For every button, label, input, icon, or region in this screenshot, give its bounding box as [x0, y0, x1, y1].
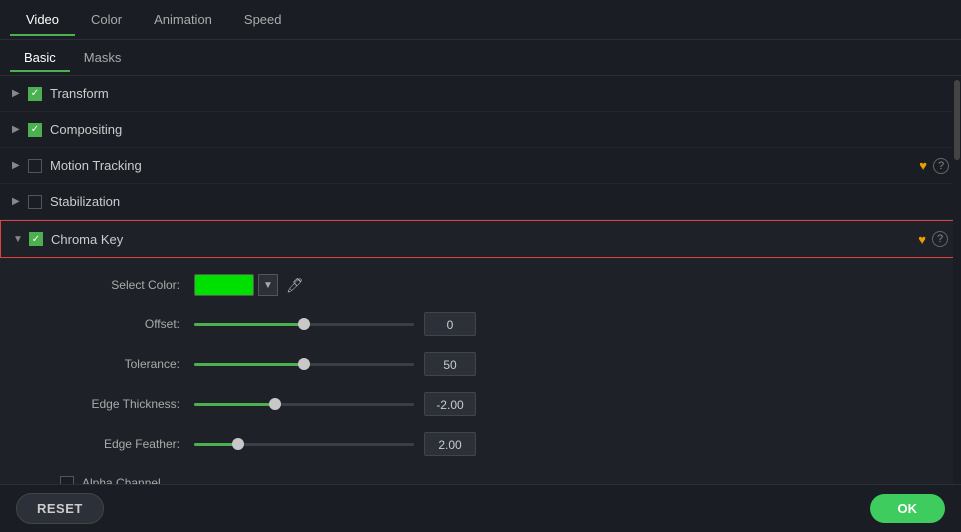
- chroma-key-heart-icon: ♥: [918, 232, 926, 247]
- main-tab-bar: Video Color Animation Speed: [0, 0, 961, 40]
- tolerance-value[interactable]: 50: [424, 352, 476, 376]
- chroma-key-label: Chroma Key: [51, 232, 912, 247]
- sub-tab-masks[interactable]: Masks: [70, 44, 136, 71]
- scrollbar[interactable]: [953, 76, 961, 484]
- section-motion-tracking[interactable]: Motion Tracking ♥ ?: [0, 148, 961, 184]
- motion-tracking-arrow-icon: [12, 160, 28, 171]
- main-content: Transform Compositing Motion Tracking ♥ …: [0, 76, 961, 484]
- tolerance-label: Tolerance:: [60, 357, 180, 371]
- scrollbar-thumb[interactable]: [954, 80, 960, 160]
- tolerance-slider[interactable]: [194, 363, 414, 366]
- section-compositing[interactable]: Compositing: [0, 112, 961, 148]
- motion-tracking-checkbox[interactable]: [28, 159, 42, 173]
- section-transform[interactable]: Transform: [0, 76, 961, 112]
- sub-tab-basic[interactable]: Basic: [10, 44, 70, 71]
- ok-button[interactable]: OK: [870, 494, 946, 523]
- select-color-label: Select Color:: [60, 278, 180, 292]
- alpha-channel-label: Alpha Channel: [82, 476, 161, 484]
- tab-color[interactable]: Color: [75, 4, 138, 35]
- eyedropper-icon[interactable]: 🖊: [286, 277, 304, 294]
- chroma-key-question-icon[interactable]: ?: [932, 231, 948, 247]
- stabilization-checkbox[interactable]: [28, 195, 42, 209]
- edge-feather-slider[interactable]: [194, 443, 414, 446]
- edge-feather-label: Edge Feather:: [60, 437, 180, 451]
- bottom-bar: RESET OK: [0, 484, 961, 532]
- reset-button[interactable]: RESET: [16, 493, 104, 524]
- tab-animation[interactable]: Animation: [138, 4, 228, 35]
- edge-thickness-slider[interactable]: [194, 403, 414, 406]
- edge-thickness-label: Edge Thickness:: [60, 397, 180, 411]
- select-color-row: Select Color: ▼ 🖊: [60, 274, 931, 296]
- section-stabilization[interactable]: Stabilization: [0, 184, 961, 220]
- transform-arrow-icon: [12, 88, 28, 99]
- stabilization-arrow-icon: [12, 196, 28, 207]
- edge-thickness-row: Edge Thickness: -2.00: [60, 392, 931, 416]
- edge-feather-value[interactable]: 2.00: [424, 432, 476, 456]
- edge-thickness-value[interactable]: -2.00: [424, 392, 476, 416]
- motion-tracking-question-icon[interactable]: ?: [933, 158, 949, 174]
- motion-tracking-heart-icon: ♥: [919, 158, 927, 173]
- compositing-arrow-icon: [12, 124, 28, 135]
- offset-slider[interactable]: [194, 323, 414, 326]
- color-swatch-container: ▼: [194, 274, 278, 296]
- chroma-key-checkbox[interactable]: [29, 232, 43, 246]
- color-dropdown-arrow[interactable]: ▼: [258, 274, 278, 296]
- offset-row: Offset: 0: [60, 312, 931, 336]
- offset-value[interactable]: 0: [424, 312, 476, 336]
- color-swatch[interactable]: [194, 274, 254, 296]
- transform-checkbox[interactable]: [28, 87, 42, 101]
- alpha-channel-row: Alpha Channel: [60, 472, 931, 484]
- tab-speed[interactable]: Speed: [228, 4, 298, 35]
- compositing-checkbox[interactable]: [28, 123, 42, 137]
- section-chroma-key-header[interactable]: Chroma Key ♥ ?: [0, 220, 961, 258]
- offset-label: Offset:: [60, 317, 180, 331]
- edge-feather-row: Edge Feather: 2.00: [60, 432, 931, 456]
- compositing-label: Compositing: [50, 122, 949, 137]
- alpha-channel-checkbox[interactable]: [60, 476, 74, 484]
- tab-video[interactable]: Video: [10, 4, 75, 35]
- transform-label: Transform: [50, 86, 949, 101]
- tolerance-row: Tolerance: 50: [60, 352, 931, 376]
- chroma-key-arrow-icon: [13, 234, 29, 245]
- sub-tab-bar: Basic Masks: [0, 40, 961, 76]
- motion-tracking-label: Motion Tracking: [50, 158, 913, 173]
- chroma-key-panel: Select Color: ▼ 🖊 Offset: 0 Tolerance: 5…: [0, 258, 961, 484]
- stabilization-label: Stabilization: [50, 194, 949, 209]
